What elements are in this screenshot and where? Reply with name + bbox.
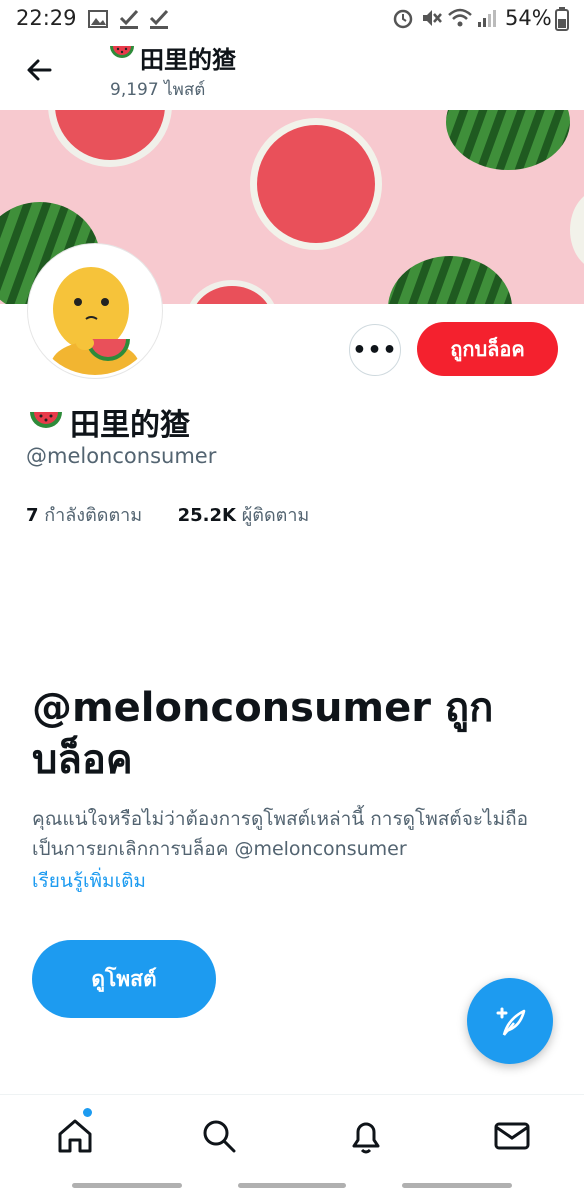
followers-link[interactable]: 25.2K ผู้ติดตาม <box>178 505 310 526</box>
following-count: 7 <box>26 505 39 526</box>
bell-icon[interactable] <box>346 1116 386 1156</box>
profile-handle: @melonconsumer <box>26 444 217 468</box>
blocked-button[interactable]: ถูกบล็อค <box>417 322 558 376</box>
search-icon[interactable] <box>199 1116 239 1156</box>
mute-icon <box>423 10 442 26</box>
follow-counts: 7 กำลังติดตาม 25.2K ผู้ติดตาม <box>26 500 309 529</box>
back-arrow-icon[interactable] <box>22 52 58 88</box>
gesture-bar-left <box>72 1183 182 1188</box>
check-notification-icon-2 <box>149 9 169 29</box>
image-notification-icon <box>88 10 108 28</box>
compose-feather-icon <box>496 1007 526 1036</box>
header-title: 田里的猹 <box>140 46 236 74</box>
profile-avatar[interactable] <box>28 244 162 378</box>
avatar-image <box>31 247 159 375</box>
status-time: 22:29 <box>16 6 77 30</box>
home-unread-dot <box>83 1108 92 1117</box>
compose-post-button[interactable] <box>467 978 553 1064</box>
alarm-icon <box>393 9 413 29</box>
battery-percent: 54% <box>505 6 552 30</box>
home-icon[interactable] <box>55 1116 95 1156</box>
header-post-count: 9,197 ไพสต์ <box>110 80 206 100</box>
blocked-description: คุณแน่ใจหรือไม่ว่าต้องการดูโพสต์เหล่านี้… <box>32 808 529 860</box>
following-link[interactable]: 7 กำลังติดตาม <box>26 505 142 526</box>
profile-name: 田里的猹 <box>70 408 190 443</box>
signal-icon <box>478 10 496 27</box>
watermelon-emoji-icon-2 <box>30 412 62 428</box>
gesture-bar-center <box>238 1183 346 1188</box>
gesture-bar-right <box>402 1183 512 1188</box>
followers-label: ผู้ติดตาม <box>241 505 310 526</box>
mail-icon[interactable] <box>492 1116 532 1156</box>
wifi-icon <box>448 8 472 27</box>
check-notification-icon <box>119 9 139 29</box>
blocked-title: @melonconsumer ถูกบล็อค <box>32 685 494 783</box>
battery-icon <box>555 7 569 31</box>
watermelon-emoji-icon <box>110 46 134 58</box>
view-posts-button[interactable]: ดูโพสต์ <box>32 940 216 1018</box>
following-label: กำลังติดตาม <box>44 505 143 526</box>
learn-more-link[interactable]: เรียนรู้เพิ่มเติม <box>32 866 146 896</box>
more-options-button[interactable]: ••• <box>349 324 401 376</box>
followers-count: 25.2K <box>177 505 236 526</box>
